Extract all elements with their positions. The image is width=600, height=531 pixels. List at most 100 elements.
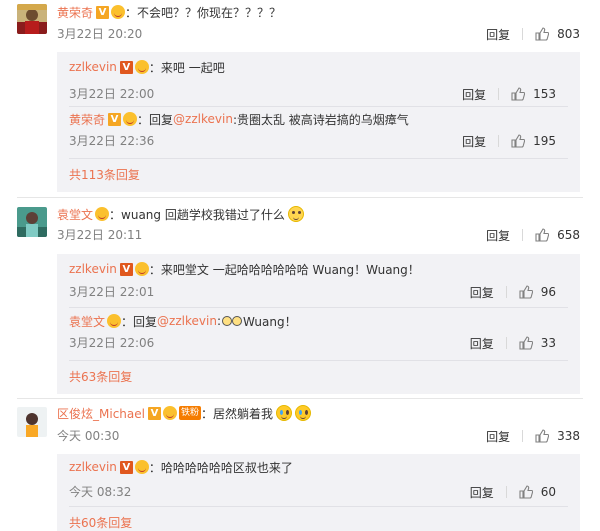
- verified-icon: V: [119, 460, 133, 474]
- like-button[interactable]: 33: [519, 336, 556, 350]
- like-button[interactable]: 803: [535, 27, 580, 41]
- thumbs-up-icon: [535, 27, 550, 41]
- colon: ：: [200, 406, 213, 421]
- username-link[interactable]: 黄荣奇: [57, 4, 93, 21]
- like-button[interactable]: 96: [519, 285, 556, 299]
- colon: ：: [125, 5, 138, 20]
- comment-time: 3月22日 20:11: [57, 228, 143, 242]
- divider: [505, 286, 507, 298]
- like-button[interactable]: 338: [535, 429, 580, 443]
- more-replies-link[interactable]: 共63条回复: [69, 368, 132, 385]
- like-button[interactable]: 60: [519, 485, 556, 499]
- avatar[interactable]: [17, 207, 47, 237]
- colon: ：: [137, 112, 150, 127]
- thumbs-up-icon: [519, 285, 533, 299]
- reply-button[interactable]: 回复: [462, 133, 486, 150]
- username-link[interactable]: 区俊炫_Michael: [57, 405, 145, 422]
- username-link[interactable]: zzlkevin: [69, 262, 117, 276]
- mention-link[interactable]: @zzlkevin: [157, 314, 217, 328]
- reply-text: 来吧 一起吧: [160, 60, 225, 75]
- thumbs-up-icon: [535, 429, 550, 443]
- reply-button[interactable]: 回复: [462, 86, 486, 103]
- username-link[interactable]: 袁堂文: [57, 206, 93, 223]
- reply-list: zzlkevin V ： 哈哈哈哈哈哈区叔也来了 今天 08:32 回复 60 …: [57, 454, 580, 531]
- like-count: 33: [540, 336, 556, 350]
- crying-emoji-icon: [295, 405, 312, 421]
- divider: [505, 486, 507, 498]
- reply-item: 黄荣奇 V ： 回复 @zzlkevin :贵圈太乱 被高诗岩搞的乌烟瘴气 3月…: [69, 110, 568, 159]
- like-count: 195: [533, 134, 556, 148]
- reply-button[interactable]: 回复: [486, 227, 510, 244]
- glasses-emoji-icon: [221, 314, 242, 328]
- reply-item: zzlkevin V ： 哈哈哈哈哈哈区叔也来了 今天 08:32 回复 60: [69, 458, 568, 507]
- member-icon: [162, 406, 177, 420]
- like-count: 803: [557, 27, 580, 41]
- reply-button[interactable]: 回复: [470, 284, 494, 301]
- comment-time: 3月22日 20:20: [57, 27, 143, 41]
- username-link[interactable]: zzlkevin: [69, 460, 117, 474]
- like-count: 60: [540, 485, 556, 499]
- colon: :: [216, 314, 221, 328]
- reply-item: zzlkevin V ： 来吧 一起吧 3月22日 22:00 回复 153: [69, 58, 568, 107]
- member-icon: [95, 207, 110, 221]
- member-icon: [134, 262, 149, 276]
- comment-text: 不会吧？？你现在？？？？: [137, 5, 282, 20]
- divider: [17, 197, 583, 198]
- like-button[interactable]: 195: [511, 134, 556, 148]
- thumbs-up-icon: [511, 87, 526, 101]
- divider: [69, 158, 568, 159]
- comment-text: 居然躺着我: [213, 406, 274, 421]
- verified-icon: V: [147, 406, 161, 420]
- comment-text: wuang 回趟学校我错过了什么: [121, 207, 285, 222]
- reply-text: 哈哈哈哈哈哈区叔也来了: [160, 460, 293, 475]
- colon: ：: [148, 60, 161, 75]
- like-count: 96: [540, 285, 556, 299]
- avatar[interactable]: [17, 4, 47, 34]
- divider: [69, 506, 568, 507]
- member-icon: [134, 60, 149, 74]
- reply-text: :贵圈太乱 被高诗岩搞的乌烟瘴气: [232, 112, 409, 127]
- thumbs-up-icon: [519, 485, 533, 499]
- like-count: 153: [533, 87, 556, 101]
- member-icon: [134, 460, 149, 474]
- reply-time: 今天 08:32: [69, 485, 132, 499]
- username-link[interactable]: 袁堂文: [69, 313, 105, 330]
- divider: [522, 430, 524, 442]
- thumbs-up-icon: [511, 134, 526, 148]
- reply-button[interactable]: 回复: [486, 26, 510, 43]
- reply-item: 袁堂文 ： 回复 @zzlkevin : Wuang！ 3月22日 22:06 …: [69, 312, 568, 361]
- thumbs-up-icon: [519, 336, 533, 350]
- reply-item: zzlkevin V ： 来吧堂文 一起哈哈哈哈哈哈 Wuang！Wuang！ …: [69, 260, 568, 308]
- reply-button[interactable]: 回复: [470, 484, 494, 501]
- divider: [69, 106, 568, 107]
- verified-icon: V: [108, 112, 122, 126]
- username-link[interactable]: 黄荣奇: [69, 111, 105, 128]
- reply-list: zzlkevin V ： 来吧堂文 一起哈哈哈哈哈哈 Wuang！Wuang！ …: [57, 254, 580, 394]
- divider: [498, 88, 500, 100]
- more-replies-link[interactable]: 共113条回复: [69, 166, 140, 183]
- member-icon: [107, 314, 122, 328]
- like-button[interactable]: 658: [535, 228, 580, 242]
- verified-icon: V: [96, 5, 110, 19]
- reply-list: zzlkevin V ： 来吧 一起吧 3月22日 22:00 回复 153 黄…: [57, 52, 580, 192]
- crying-emoji-icon: [276, 405, 293, 421]
- avatar[interactable]: [17, 407, 47, 437]
- member-icon: [123, 112, 138, 126]
- divider: [69, 307, 568, 308]
- colon: ：: [109, 207, 122, 222]
- reply-time: 3月22日 22:00: [69, 87, 155, 101]
- like-button[interactable]: 153: [511, 87, 556, 101]
- like-count: 658: [557, 228, 580, 242]
- reply-prefix: 回复: [133, 314, 158, 329]
- reply-button[interactable]: 回复: [470, 335, 494, 352]
- username-link[interactable]: zzlkevin: [69, 60, 117, 74]
- divider: [522, 28, 524, 40]
- reply-button[interactable]: 回复: [486, 428, 510, 445]
- mention-link[interactable]: @zzlkevin: [173, 112, 233, 126]
- reply-time: 3月22日 22:36: [69, 134, 155, 148]
- divider: [69, 360, 568, 361]
- verified-icon: V: [119, 60, 133, 74]
- member-icon: [111, 5, 126, 19]
- more-replies-link[interactable]: 共60条回复: [69, 514, 132, 531]
- reply-text: 来吧堂文 一起哈哈哈哈哈哈 Wuang！Wuang！: [160, 262, 420, 277]
